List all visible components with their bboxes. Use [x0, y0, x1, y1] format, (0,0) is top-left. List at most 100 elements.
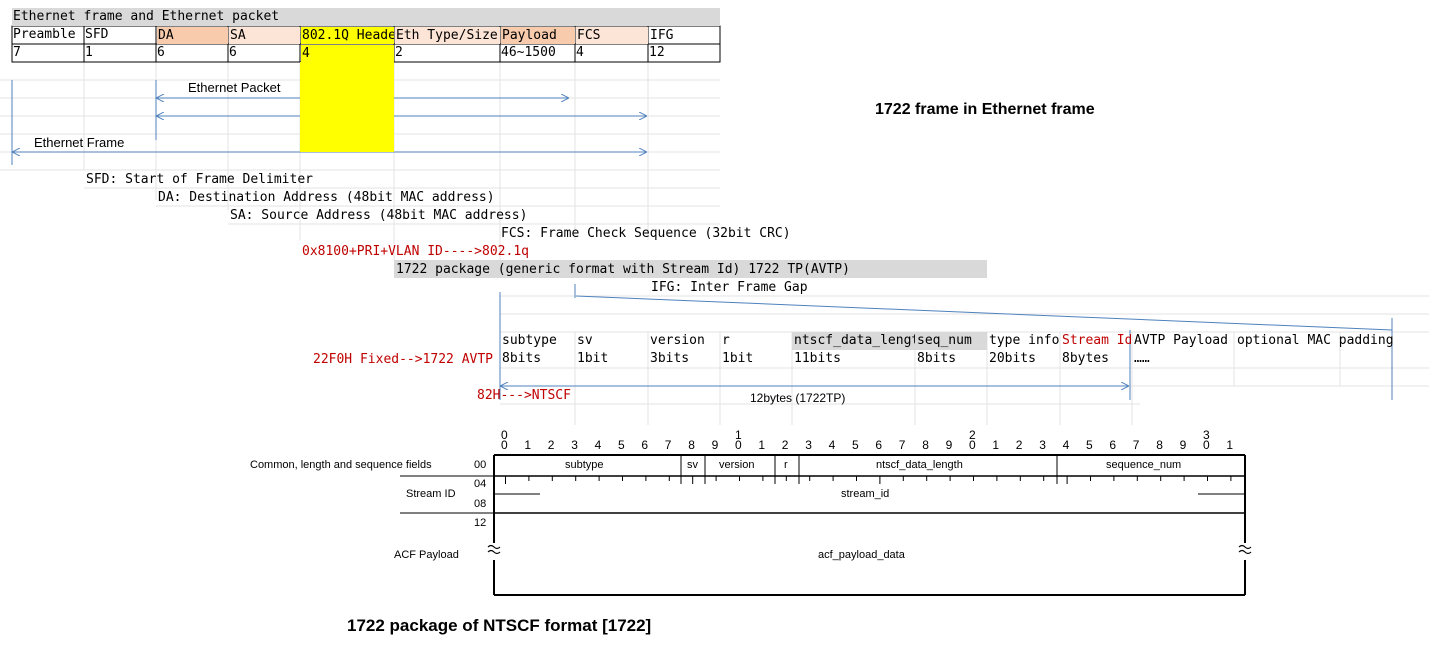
bit-number: 0	[969, 438, 976, 452]
header-8021q: 802.1Q Header	[301, 27, 394, 44]
bit-number: 1	[1226, 438, 1234, 452]
header-da: DA	[157, 27, 228, 44]
8021q-highlight-column	[300, 62, 394, 152]
bit-number: 3	[805, 438, 812, 452]
ethernet-frame-label: Ethernet Frame	[34, 135, 125, 150]
diagram-lines	[0, 25, 1429, 596]
note-ifg: IFG: Inter Frame Gap	[651, 280, 808, 295]
size-8021q: 4	[301, 45, 394, 62]
size-ifg: 12	[649, 45, 665, 60]
note-package: 1722 package (generic format with Stream…	[396, 262, 850, 277]
format-field-sv: sv	[687, 459, 698, 471]
bit-number: 3	[1039, 438, 1046, 452]
avtp-size-payload: ……	[1134, 351, 1150, 366]
format-field-r: r	[784, 459, 788, 471]
bit-number: 9	[945, 438, 953, 452]
bit-number: 0	[735, 438, 742, 452]
bit-number: 4	[1062, 438, 1070, 452]
bit-number: 7	[1132, 438, 1140, 452]
bit-number: 4	[828, 438, 836, 452]
avtp-size-stream-id: 8bytes	[1062, 351, 1109, 366]
header-preamble: Preamble	[13, 27, 76, 42]
avtp-span-label: 12bytes (1722TP)	[750, 391, 846, 405]
avtp-field-ntscf-data-length: ntscf_data_length	[794, 333, 915, 348]
avtp-size-version: 3bits	[650, 351, 690, 366]
avtp-field-sv: sv	[577, 333, 593, 348]
avtp-size-subtype: 8bits	[502, 351, 542, 366]
size-eth-type: 2	[395, 45, 403, 60]
offset-08: 08	[474, 498, 487, 510]
bit-number: 5	[852, 438, 859, 452]
format-field-sequence-num: sequence_num	[1106, 459, 1182, 471]
bit-number: 6	[1109, 438, 1117, 452]
bit-number: 6	[875, 438, 883, 452]
format-field-stream-id: stream_id	[841, 488, 890, 500]
bit-number: 8	[1156, 438, 1163, 452]
format-caption: 1722 package of NTSCF format [1722]	[347, 616, 652, 635]
header-sa: SA	[229, 27, 300, 44]
bit-number: 1	[524, 438, 532, 452]
bit-number: 8	[922, 438, 929, 452]
ntscf-subtype-label: 82H--->NTSCF	[477, 388, 571, 403]
avtp-size-seq-num: 8bits	[917, 351, 957, 366]
size-fcs: 4	[576, 45, 584, 60]
row-label-stream-id: Stream ID	[406, 488, 456, 500]
bit-number: 9	[1179, 438, 1187, 452]
note-da: DA: Destination Address (48bit MAC addre…	[158, 190, 495, 205]
bit-number: 4	[594, 438, 602, 452]
offset-00: 00	[474, 459, 487, 471]
bit-number: 2	[1015, 438, 1023, 452]
bit-number: 5	[1086, 438, 1093, 452]
bit-number: 3	[571, 438, 578, 452]
offset-04: 04	[474, 478, 487, 490]
bit-number: 0	[501, 438, 508, 452]
section-title: 1722 frame in Ethernet frame	[875, 101, 1095, 118]
avtp-field-subtype: subtype	[502, 333, 557, 348]
row-label-common: Common, length and sequence fields	[250, 459, 432, 471]
size-da: 6	[157, 45, 165, 60]
bit-number: 7	[664, 438, 672, 452]
bit-number: 6	[641, 438, 649, 452]
bit-number: 9	[711, 438, 719, 452]
offset-12: 12	[474, 517, 487, 529]
bit-number: 0	[1203, 438, 1210, 452]
avtp-field-stream-id: Stream Id	[1062, 333, 1131, 348]
row-label-acf-payload: ACF Payload	[394, 549, 459, 561]
note-vlan: 0x8100+PRI+VLAN ID---->802.1q	[302, 244, 529, 259]
format-field-subtype: subtype	[565, 459, 604, 471]
avtp-field-payload: AVTP Payload	[1134, 333, 1228, 348]
top-table-title: Ethernet frame and Ethernet packet	[13, 9, 280, 24]
avtp-field-r: r	[722, 333, 730, 348]
avtp-field-version: version	[650, 333, 705, 348]
avtp-size-sv: 1bit	[577, 351, 609, 366]
format-diagram-lines	[400, 454, 1246, 596]
size-preamble: 7	[13, 45, 21, 60]
note-sfd: SFD: Start of Frame Delimiter	[86, 172, 313, 187]
avtp-size-type-info: 20bits	[989, 351, 1036, 366]
avtp-size-r: 1bit	[722, 351, 754, 366]
format-field-ntscf-data-length: ntscf_data_length	[876, 459, 963, 471]
note-sa: SA: Source Address (48bit MAC address)	[230, 208, 528, 223]
header-sfd: SFD	[85, 27, 109, 42]
size-sfd: 1	[85, 45, 93, 60]
ethernet-packet-label: Ethernet Packet	[188, 80, 281, 95]
bit-number: 2	[781, 438, 789, 452]
header-ifg: IFG	[650, 28, 674, 43]
header-payload: Payload	[501, 27, 575, 44]
size-sa: 6	[229, 45, 237, 60]
avtp-field-seq-num: seq_num	[917, 333, 972, 348]
bit-number: 7	[898, 438, 906, 452]
format-field-acf-payload-data: acf_payload_data	[818, 549, 905, 561]
size-payload: 46~1500	[501, 45, 556, 60]
header-eth-type: Eth Type/Size	[395, 27, 500, 44]
bit-number: 1	[758, 438, 766, 452]
bit-number: 8	[688, 438, 695, 452]
format-field-version: version	[719, 459, 755, 471]
bit-ticks	[505, 476, 1232, 484]
bit-number: 1	[992, 438, 1000, 452]
avtp-field-type-info: type info	[989, 333, 1060, 348]
avtp-size-ntscf-data-length: 11bits	[794, 351, 841, 366]
bit-number: 2	[547, 438, 555, 452]
avtp-field-padding: optional MAC padding	[1237, 333, 1394, 348]
bit-number: 5	[618, 438, 625, 452]
